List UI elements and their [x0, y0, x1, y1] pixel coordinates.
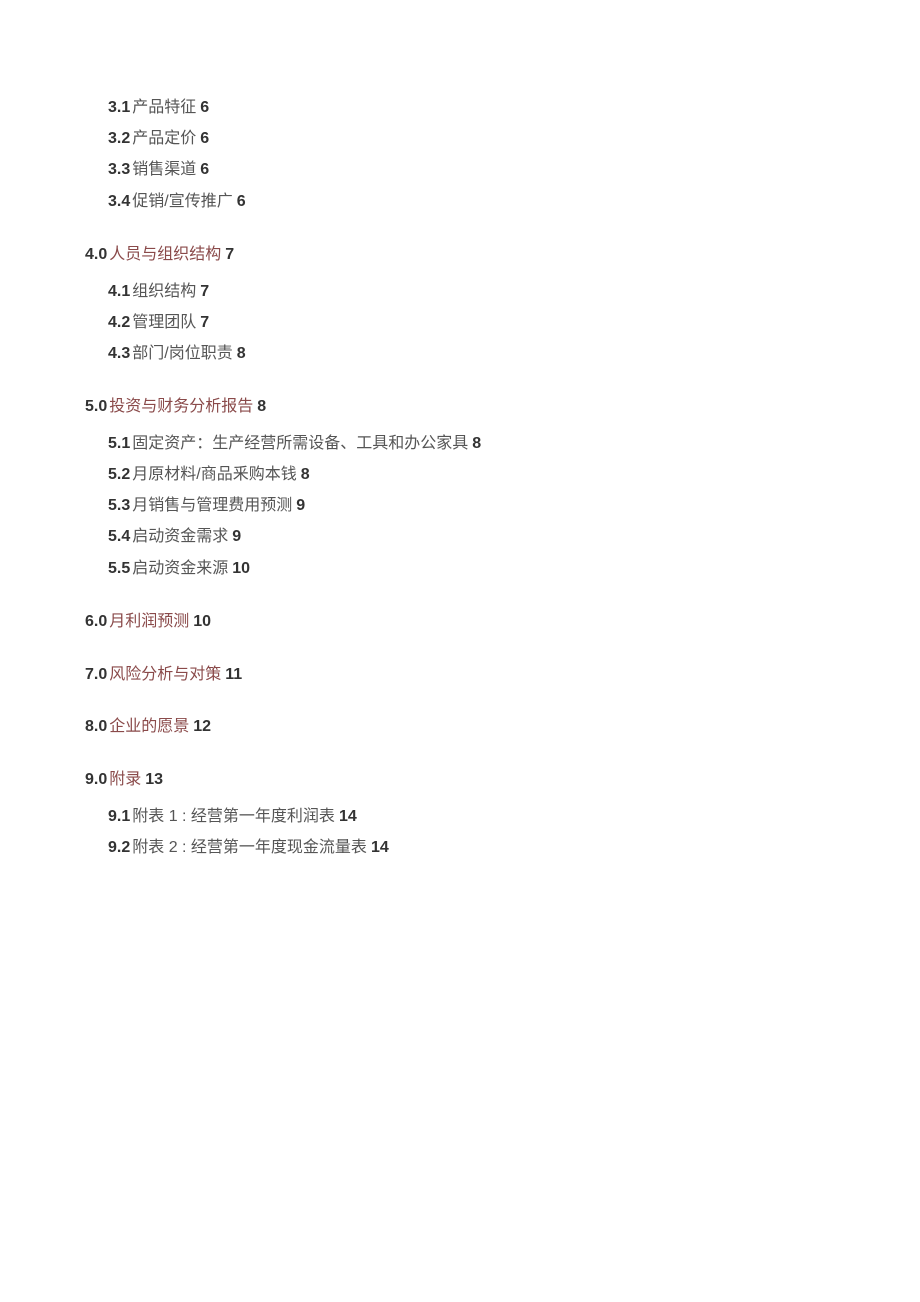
toc-entry-title: 管理团队 [132, 314, 196, 331]
toc-entry-level2: 4.3部门/岗位职责 8 [108, 338, 920, 369]
toc-entry-level2: 5.5启动资金来源10 [108, 553, 920, 584]
toc-entry-number: 9.2 [108, 839, 130, 856]
toc-entry-title: 附表 2 : 经营第一年度现金流量表 [132, 839, 367, 856]
toc-entry-page: 7 [200, 314, 209, 331]
toc-entry-number: 3.4 [108, 193, 130, 210]
toc-sublist: 5.1固定资产：生产经营所需设备、工具和办公家具85.2月原材料/商品釆购本钱8… [85, 428, 920, 584]
toc-entry-page: 10 [232, 560, 250, 577]
table-of-contents: 3.1产品特征63.2产品定价63.3销售渠道63.4促销/宣传推广64.0人员… [85, 92, 920, 863]
toc-section: 6.0月利润预测10 [85, 608, 920, 637]
toc-entry-number: 5.4 [108, 528, 130, 545]
toc-entry-page: 6 [200, 161, 209, 178]
toc-entry-number: 8.0 [85, 718, 107, 735]
toc-entry-title: 投资与财务分析报告 [109, 398, 253, 415]
toc-entry-number: 3.2 [108, 130, 130, 147]
toc-entry-level1: 4.0人员与组织结构7 [85, 241, 920, 270]
toc-entry-page: 8 [301, 466, 310, 483]
toc-entry-page: 6 [200, 99, 209, 116]
toc-entry-number: 5.1 [108, 435, 130, 452]
toc-section: 9.0附录139.1附表 1 : 经营第一年度利润表149.2附表 2 : 经营… [85, 766, 920, 863]
toc-entry-level2: 5.3月销售与管理费用预测9 [108, 490, 920, 521]
toc-entry-page: 9 [232, 528, 241, 545]
toc-entry-title: 销售渠道 [132, 161, 196, 178]
toc-entry-level2: 9.2附表 2 : 经营第一年度现金流量表14 [108, 832, 920, 863]
toc-entry-level2: 9.1附表 1 : 经营第一年度利润表14 [108, 801, 920, 832]
toc-entry-title: 固定资产：生产经营所需设备、工具和办公家具 [132, 435, 468, 452]
toc-entry-level1: 9.0附录13 [85, 766, 920, 795]
toc-sublist: 9.1附表 1 : 经营第一年度利润表149.2附表 2 : 经营第一年度现金流… [85, 801, 920, 863]
toc-entry-title: 组织结构 [132, 283, 196, 300]
toc-entry-page: 6 [237, 193, 246, 210]
toc-entry-page: 9 [296, 497, 305, 514]
toc-entry-page: 8 [472, 435, 481, 452]
toc-entry-title: 部门/岗位职责 [132, 345, 232, 362]
toc-entry-number: 4.2 [108, 314, 130, 331]
toc-entry-title: 促销/宣传推广 [132, 193, 232, 210]
toc-entry-title: 人员与组织结构 [109, 246, 221, 263]
toc-entry-page: 14 [371, 839, 389, 856]
toc-entry-page: 13 [145, 771, 163, 788]
toc-entry-number: 5.2 [108, 466, 130, 483]
toc-entry-title: 月原材料/商品釆购本钱 [132, 466, 296, 483]
toc-entry-number: 5.0 [85, 398, 107, 415]
toc-entry-page: 7 [200, 283, 209, 300]
toc-section: 5.0投资与财务分析报告85.1固定资产：生产经营所需设备、工具和办公家具85.… [85, 393, 920, 584]
toc-entry-level2: 4.2管理团队7 [108, 307, 920, 338]
toc-entry-number: 5.5 [108, 560, 130, 577]
toc-entry-page: 11 [225, 666, 242, 683]
toc-entry-number: 4.3 [108, 345, 130, 362]
toc-entry-number: 7.0 [85, 666, 107, 683]
toc-entry-number: 3.3 [108, 161, 130, 178]
toc-entry-title: 产品特征 [132, 99, 196, 116]
toc-entry-title: 产品定价 [132, 130, 196, 147]
toc-entry-number: 9.0 [85, 771, 107, 788]
toc-entry-title: 风险分析与对策 [109, 666, 221, 683]
toc-entry-number: 3.1 [108, 99, 130, 116]
toc-entry-number: 5.3 [108, 497, 130, 514]
toc-section: 4.0人员与组织结构74.1组织结构74.2管理团队74.3部门/岗位职责8 [85, 241, 920, 369]
toc-entry-level1: 7.0风险分析与对策11 [85, 661, 920, 690]
toc-entry-title: 月利润预测 [109, 613, 189, 630]
toc-entry-title: 启动资金需求 [132, 528, 228, 545]
toc-entry-level1: 6.0月利润预测10 [85, 608, 920, 637]
toc-sublist: 4.1组织结构74.2管理团队74.3部门/岗位职责8 [85, 276, 920, 370]
toc-section: 8.0企业的愿景12 [85, 713, 920, 742]
toc-entry-level2: 3.2产品定价6 [108, 123, 920, 154]
toc-entry-number: 9.1 [108, 808, 130, 825]
toc-entry-title: 附表 1 : 经营第一年度利润表 [132, 808, 335, 825]
toc-entry-level2: 5.4启动资金需求9 [108, 521, 920, 552]
toc-entry-page: 12 [193, 718, 211, 735]
toc-entry-page: 14 [339, 808, 357, 825]
toc-section: 7.0风险分析与对策11 [85, 661, 920, 690]
toc-entry-title: 月销售与管理费用预测 [132, 497, 292, 514]
toc-entry-level1: 5.0投资与财务分析报告8 [85, 393, 920, 422]
toc-section: 3.1产品特征63.2产品定价63.3销售渠道63.4促销/宣传推广6 [85, 92, 920, 217]
toc-entry-page: 8 [257, 398, 266, 415]
toc-entry-level2: 3.3销售渠道6 [108, 154, 920, 185]
toc-entry-number: 4.1 [108, 283, 130, 300]
toc-entry-level2: 3.1产品特征6 [108, 92, 920, 123]
toc-entry-number: 4.0 [85, 246, 107, 263]
toc-entry-title: 附录 [109, 771, 141, 788]
toc-entry-number: 6.0 [85, 613, 107, 630]
toc-entry-page: 6 [200, 130, 209, 147]
toc-entry-level1: 8.0企业的愿景12 [85, 713, 920, 742]
toc-entry-page: 10 [193, 613, 211, 630]
toc-entry-level2: 3.4促销/宣传推广 6 [108, 186, 920, 217]
toc-entry-level2: 5.2月原材料/商品釆购本钱 8 [108, 459, 920, 490]
toc-sublist: 3.1产品特征63.2产品定价63.3销售渠道63.4促销/宣传推广6 [85, 92, 920, 217]
toc-entry-page: 8 [237, 345, 246, 362]
toc-entry-level2: 4.1组织结构7 [108, 276, 920, 307]
toc-entry-title: 企业的愿景 [109, 718, 189, 735]
toc-entry-title: 启动资金来源 [132, 560, 228, 577]
toc-entry-page: 7 [225, 246, 234, 263]
toc-entry-level2: 5.1固定资产：生产经营所需设备、工具和办公家具8 [108, 428, 920, 459]
